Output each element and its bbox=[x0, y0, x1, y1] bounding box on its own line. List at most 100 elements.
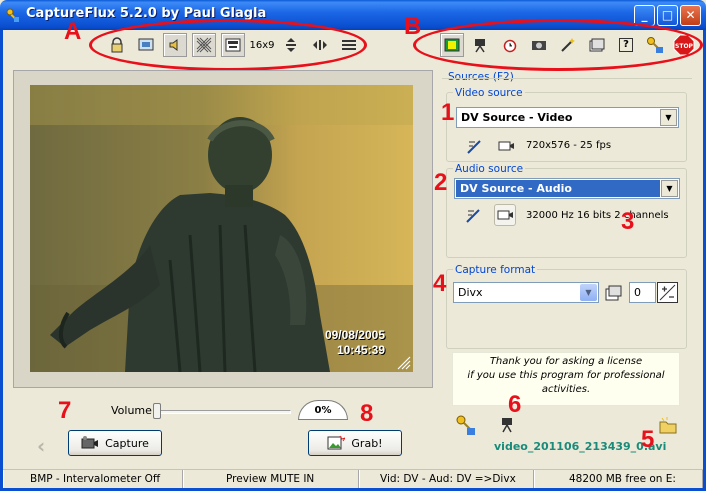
video-settings-icon[interactable] bbox=[466, 137, 484, 155]
capture-format-label: Capture format bbox=[453, 264, 538, 276]
status-disk: 48200 MB free on E: bbox=[534, 470, 703, 488]
close-icon: ✕ bbox=[685, 8, 696, 22]
video-camera-icon[interactable] bbox=[497, 137, 515, 155]
capture-format-value: Divx bbox=[458, 286, 483, 299]
horizontal-resize-button[interactable] bbox=[308, 33, 332, 57]
camera-tripod-icon[interactable] bbox=[500, 416, 518, 434]
lines-icon bbox=[342, 40, 356, 50]
properties-button[interactable] bbox=[585, 33, 609, 57]
audio-source-info: 32000 Hz 16 bits 2 channels bbox=[526, 210, 669, 221]
camera-tripod-button[interactable] bbox=[469, 33, 493, 57]
annotation-b: B bbox=[404, 13, 422, 40]
license-line-1: Thank you for asking a license bbox=[489, 356, 643, 367]
collapse-chevron-icon[interactable]: ‹ bbox=[37, 434, 45, 458]
audio-device-icon bbox=[497, 210, 513, 220]
display-icon bbox=[138, 38, 154, 51]
status-codec: Vid: DV - Aud: DV =>Divx bbox=[359, 470, 534, 488]
minimize-icon: _ bbox=[641, 8, 648, 22]
quality-spin-value: 0 bbox=[634, 286, 641, 299]
annotation-8: 8 bbox=[360, 400, 374, 427]
aspect-16x9-label: 16x9 bbox=[249, 39, 275, 51]
volume-slider-thumb[interactable] bbox=[153, 403, 161, 419]
subtitle-icon bbox=[225, 38, 241, 52]
capture-button-label: Capture bbox=[105, 436, 149, 450]
status-mode: BMP - Intervalometer Off bbox=[3, 470, 183, 488]
audio-settings-icon[interactable] bbox=[465, 206, 483, 224]
annotation-a: A bbox=[64, 18, 82, 45]
audio-device-button[interactable] bbox=[494, 204, 516, 226]
window-title: CaptureFlux 5.2.0 by Paul Glagla bbox=[26, 6, 267, 21]
alarm-clock-button[interactable] bbox=[498, 33, 522, 57]
camera-icon bbox=[532, 41, 546, 50]
license-key-button[interactable] bbox=[643, 33, 667, 57]
register-key-icon[interactable] bbox=[455, 414, 477, 436]
license-line-3: activities. bbox=[541, 384, 591, 395]
annotation-2: 2 bbox=[434, 169, 448, 196]
video-source-label: Video source bbox=[453, 87, 525, 99]
video-source-value: DV Source - Video bbox=[461, 111, 573, 124]
volume-label: Volume bbox=[111, 404, 152, 417]
properties-icon bbox=[589, 38, 605, 52]
key-icon bbox=[647, 37, 663, 53]
video-time: 10:45:39 bbox=[336, 343, 385, 357]
camera-button[interactable] bbox=[527, 33, 551, 57]
camcorder-icon bbox=[81, 436, 99, 449]
sound-toggle-button[interactable] bbox=[163, 33, 187, 57]
film-button[interactable] bbox=[440, 33, 464, 57]
volume-track[interactable] bbox=[157, 410, 291, 414]
help-icon: ? bbox=[619, 38, 633, 52]
lock-icon bbox=[111, 37, 123, 53]
subtitle-button[interactable] bbox=[221, 33, 245, 57]
video-preview[interactable]: 09/08/2005 10:45:39 bbox=[30, 85, 413, 372]
alarm-clock-icon bbox=[503, 39, 517, 53]
close-button[interactable]: ✕ bbox=[680, 5, 701, 26]
audio-source-label: Audio source bbox=[453, 163, 526, 175]
audio-source-select[interactable]: DV Source - Audio ▼ bbox=[454, 178, 680, 199]
stop-label: STOP bbox=[675, 43, 694, 50]
annotation-5: 5 bbox=[641, 426, 655, 453]
video-source-select[interactable]: DV Source - Video ▼ bbox=[456, 107, 679, 128]
annotation-6: 6 bbox=[508, 391, 522, 418]
lock-button[interactable] bbox=[105, 33, 129, 57]
grab-button[interactable]: Grab! bbox=[308, 430, 402, 456]
lines-button[interactable] bbox=[337, 33, 361, 57]
grab-button-label: Grab! bbox=[351, 436, 383, 450]
quality-spin-input[interactable]: 0 bbox=[629, 282, 656, 303]
capture-format-group bbox=[446, 269, 687, 349]
speaker-icon bbox=[169, 39, 178, 51]
open-folder-icon[interactable] bbox=[659, 417, 677, 435]
audio-source-value: DV Source - Audio bbox=[456, 180, 660, 197]
wand-icon bbox=[561, 38, 575, 52]
noise-filter-button[interactable] bbox=[192, 33, 216, 57]
adjust-icon bbox=[659, 284, 676, 301]
grab-image-icon bbox=[327, 435, 346, 450]
vertical-resize-button[interactable] bbox=[279, 33, 303, 57]
codec-properties-icon[interactable] bbox=[605, 284, 623, 302]
capture-button[interactable]: Capture bbox=[68, 430, 162, 456]
toolbar-display: 16x9 bbox=[105, 33, 366, 57]
title-bar[interactable]: CaptureFlux 5.2.0 by Paul Glagla _ □ ✕ bbox=[0, 0, 706, 30]
stop-button[interactable]: STOP bbox=[672, 33, 696, 57]
chevron-down-icon: ▼ bbox=[580, 284, 597, 301]
license-notice: Thank you for asking a license if you us… bbox=[452, 352, 680, 406]
capture-format-select[interactable]: Divx ▼ bbox=[453, 282, 599, 303]
license-line-2: if you use this program for professional bbox=[467, 370, 665, 381]
maximize-button[interactable]: □ bbox=[657, 5, 678, 26]
wand-button[interactable] bbox=[556, 33, 580, 57]
vertical-resize-icon bbox=[286, 38, 296, 52]
chevron-down-icon: ▼ bbox=[660, 109, 677, 126]
chevron-down-icon: ▼ bbox=[661, 180, 678, 197]
annotation-3: 3 bbox=[621, 208, 635, 235]
quality-adjust-button[interactable] bbox=[657, 282, 678, 303]
help-button[interactable]: ? bbox=[614, 33, 638, 57]
display-button[interactable] bbox=[134, 33, 158, 57]
annotation-1: 1 bbox=[441, 99, 455, 126]
annotation-4: 4 bbox=[433, 270, 447, 297]
horizontal-resize-icon bbox=[313, 40, 327, 50]
annotation-7: 7 bbox=[58, 397, 72, 424]
video-date: 09/08/2005 bbox=[324, 328, 385, 342]
resize-grip-icon[interactable] bbox=[395, 354, 411, 370]
maximize-icon: □ bbox=[661, 8, 674, 22]
aspect-16x9-button[interactable]: 16x9 bbox=[249, 33, 275, 57]
minimize-button[interactable]: _ bbox=[634, 5, 655, 26]
